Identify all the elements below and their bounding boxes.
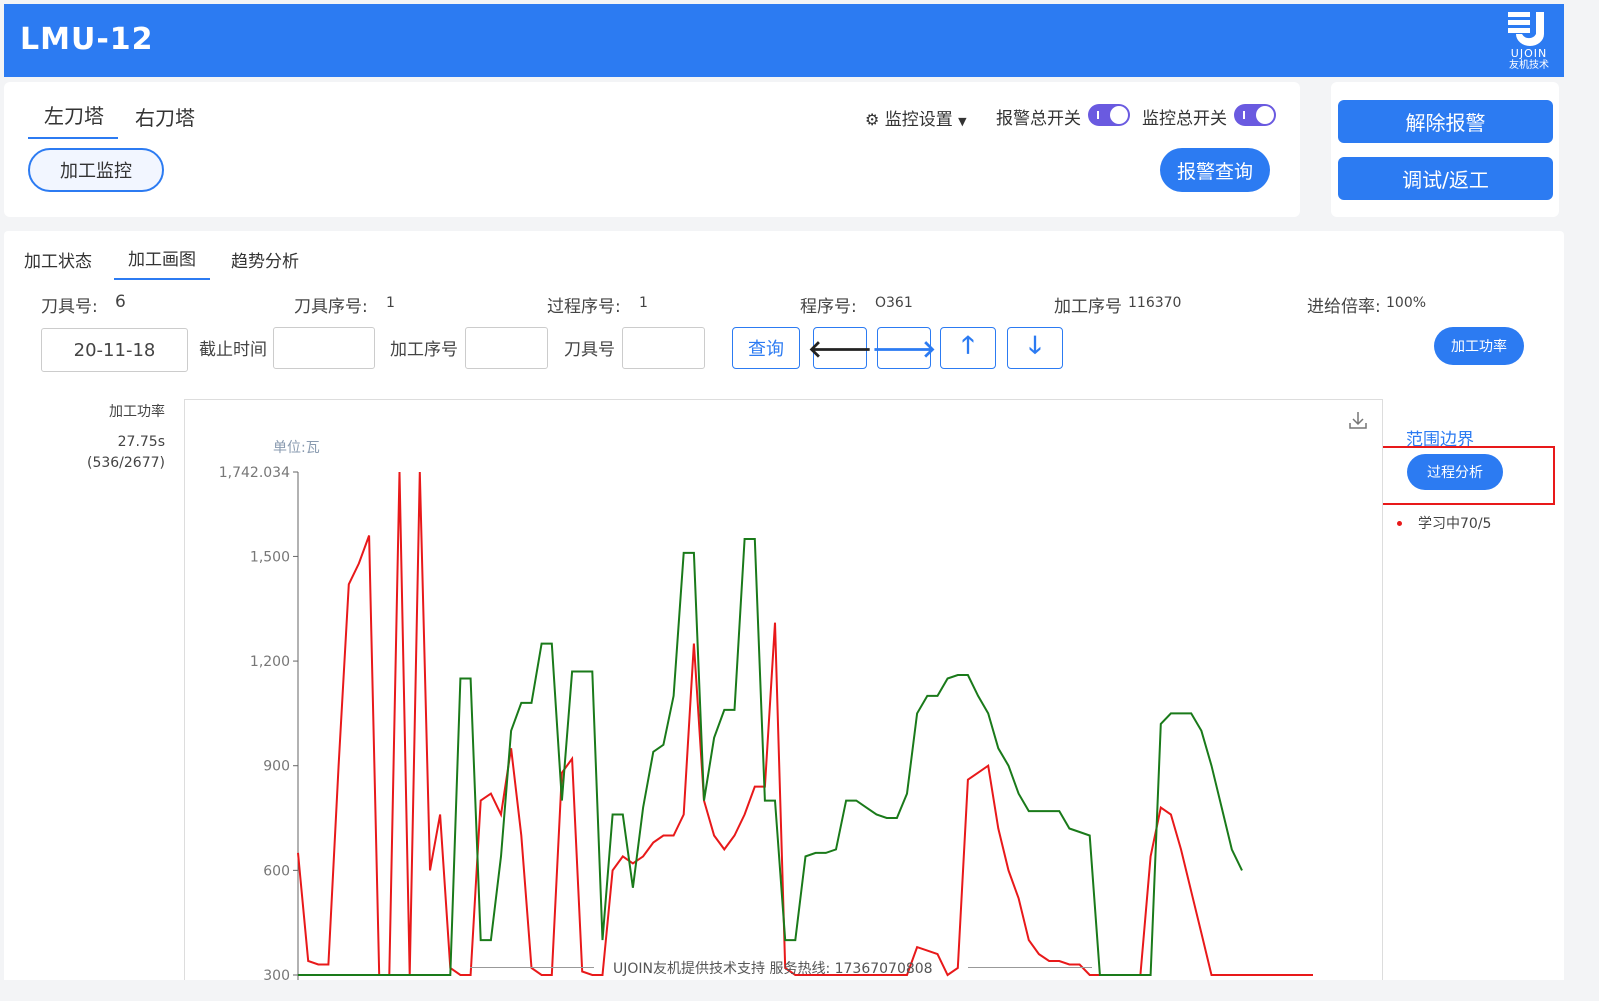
- next-button[interactable]: 🡒: [872, 327, 936, 369]
- footer-line-left: [470, 967, 594, 968]
- toggle-knob: [1256, 106, 1274, 124]
- up-button[interactable]: 🡑: [940, 327, 996, 369]
- start-date-input[interactable]: 20-11-18: [41, 328, 188, 372]
- power-plot: 单位:瓦1,742.0341,5001,200900600300: [219, 440, 1313, 990]
- tool-seq-value: 1: [386, 295, 395, 311]
- machining-seq-label: 加工序号: [1054, 297, 1122, 317]
- toggle-knob: [1110, 106, 1128, 124]
- y-tick-label: 1,500: [250, 549, 290, 565]
- process-seq-value: 1: [639, 295, 648, 311]
- download-icon[interactable]: [1348, 410, 1368, 430]
- arrow-left-icon: 🡐: [807, 334, 873, 363]
- process-seq-label: 过程序号:: [547, 297, 621, 317]
- feed-rate-label: 进给倍率:: [1307, 297, 1381, 317]
- tab-left-turret[interactable]: 左刀塔: [28, 100, 118, 139]
- tab-machining-status[interactable]: 加工状态: [24, 247, 92, 272]
- tab-machining-plot[interactable]: 加工画图: [114, 245, 210, 280]
- program-label: 程序号:: [800, 297, 857, 317]
- y-tick-label: 1,200: [250, 654, 290, 670]
- tab-right-turret[interactable]: 右刀塔: [135, 102, 195, 131]
- tab-trend-analysis[interactable]: 趋势分析: [231, 247, 299, 272]
- power-chart: 单位:瓦 1,742.034 1,500 1,200 900 600 300: [184, 399, 1383, 991]
- point-range: (536/2677): [87, 455, 165, 471]
- tool-filter-label: 刀具号: [564, 340, 615, 360]
- machining-seq-filter-label: 加工序号: [390, 340, 458, 360]
- monitor-settings-menu[interactable]: ⚙ 监控设置 ▼: [865, 105, 967, 130]
- prev-button[interactable]: 🡐: [808, 327, 872, 369]
- clear-alarm-button[interactable]: 解除报警: [1338, 100, 1553, 143]
- footer-text: UJOIN友机提供技术支持 服务热线: 17367070808: [613, 961, 933, 977]
- brand-logo: UJOIN 友机技术: [1502, 6, 1556, 76]
- action-card: 解除报警 调试/返工: [1331, 82, 1559, 217]
- gear-icon: ⚙: [865, 110, 880, 129]
- end-time-input[interactable]: [273, 327, 375, 369]
- arrow-up-icon: 🡑: [961, 330, 975, 359]
- logo-text-en: UJOIN: [1510, 47, 1548, 60]
- caret-down-icon: ▼: [958, 115, 967, 128]
- y-tick-label: 900: [263, 759, 290, 775]
- chart-unit-label: 单位:瓦: [273, 440, 320, 456]
- alarm-switch-label: 报警总开关: [996, 109, 1081, 129]
- monitor-button[interactable]: 加工监控: [28, 148, 164, 192]
- alarm-master-toggle[interactable]: [1088, 104, 1130, 126]
- program-value: O361: [875, 295, 913, 311]
- debug-rework-button[interactable]: 调试/返工: [1338, 157, 1553, 200]
- down-button[interactable]: 🡓: [1007, 327, 1063, 369]
- feed-rate-value: 100%: [1386, 295, 1427, 311]
- query-button-label: 查询: [748, 339, 784, 360]
- y-tick-label: 600: [263, 863, 290, 879]
- query-button[interactable]: 查询: [732, 327, 800, 369]
- tool-seq-label: 刀具序号:: [294, 297, 368, 317]
- control-card: 左刀塔 右刀塔 加工监控 ⚙ 监控设置 ▼ 报警总开关 监控总开关 报警查询: [4, 82, 1300, 217]
- machining-seq-input[interactable]: [465, 327, 548, 369]
- app-header: LMU-12 UJOIN 友机技术: [4, 4, 1564, 77]
- learning-legend: 学习中70/5: [1418, 516, 1492, 532]
- monitor-switch-label: 监控总开关: [1142, 109, 1227, 129]
- alarm-query-button[interactable]: 报警查询: [1160, 148, 1270, 192]
- monitor-settings-label: 监控设置: [884, 110, 953, 130]
- logo-text-cn: 友机技术: [1509, 60, 1549, 71]
- machining-seq-value: 116370: [1128, 295, 1182, 311]
- app-title: LMU-12: [20, 22, 154, 57]
- monitor-master-toggle[interactable]: [1234, 104, 1276, 126]
- arrow-down-icon: 🡓: [1028, 330, 1042, 359]
- tool-input[interactable]: [622, 327, 705, 369]
- learning-dot-icon: [1397, 521, 1402, 526]
- y-tick-label: 1,742.034: [219, 465, 290, 481]
- toggle-bar-icon: [1097, 111, 1099, 119]
- tool-no-label: 刀具号:: [41, 297, 98, 317]
- end-time-label: 截止时间: [199, 340, 267, 360]
- elapsed-time: 27.75s: [117, 434, 165, 450]
- process-analysis-button[interactable]: 过程分析: [1407, 454, 1503, 490]
- power-button[interactable]: 加工功率: [1434, 327, 1524, 365]
- tool-no-value: 6: [115, 292, 126, 312]
- toggle-bar-icon: [1243, 111, 1245, 119]
- footer-line-right: [968, 967, 1092, 968]
- series-line-1: [298, 538, 1243, 976]
- power-title: 加工功率: [109, 404, 165, 420]
- ujoin-logo-icon: [1508, 12, 1544, 46]
- footer: UJOIN友机提供技术支持 服务热线: 17367070808: [0, 961, 1599, 1001]
- arrow-right-icon: 🡒: [871, 334, 937, 363]
